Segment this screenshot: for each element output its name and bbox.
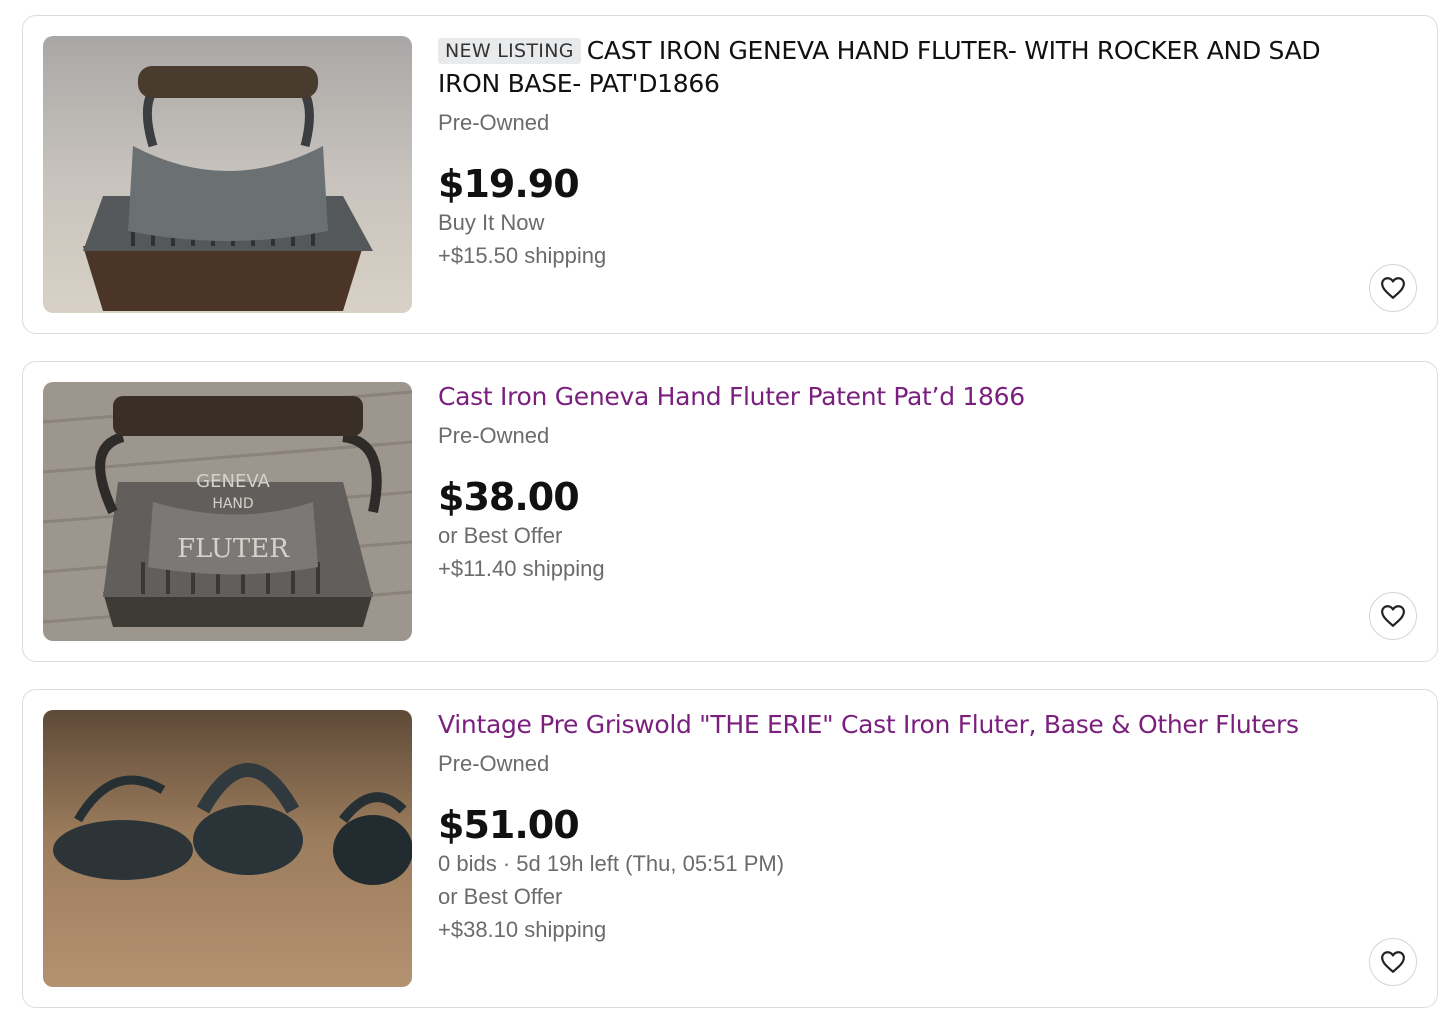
item-condition: Pre-Owned bbox=[438, 423, 550, 448]
shipping-cost: +$11.40 shipping bbox=[438, 556, 605, 581]
watch-button[interactable] bbox=[1369, 592, 1417, 640]
listing-info: Cast Iron Geneva Hand Fluter Patent Pat’… bbox=[438, 380, 1357, 585]
listing-info: Vintage Pre Griswold "THE ERIE" Cast Iro… bbox=[438, 708, 1357, 946]
watch-button[interactable] bbox=[1369, 938, 1417, 986]
item-condition: Pre-Owned bbox=[438, 751, 550, 776]
geneva-engraving: GENEVA bbox=[196, 471, 270, 492]
new-listing-badge: NEW LISTING bbox=[438, 38, 581, 64]
listing-card[interactable]: Vintage Pre Griswold "THE ERIE" Cast Iro… bbox=[22, 689, 1438, 1008]
watch-button[interactable] bbox=[1369, 264, 1417, 312]
item-condition: Pre-Owned bbox=[438, 110, 550, 135]
listing-title[interactable]: Vintage Pre Griswold "THE ERIE" Cast Iro… bbox=[438, 708, 1357, 741]
heart-icon bbox=[1381, 277, 1405, 299]
bids-and-time-left: 0 bids · 5d 19h left (Thu, 05:51 PM) bbox=[438, 851, 785, 876]
item-price: $38.00 bbox=[438, 475, 580, 519]
heart-icon bbox=[1381, 951, 1405, 973]
purchase-format: or Best Offer bbox=[438, 523, 563, 548]
fluters-group-photo-image bbox=[43, 710, 412, 987]
listing-card[interactable]: NEW LISTING CAST IRON GENEVA HAND FLUTER-… bbox=[22, 15, 1438, 334]
item-thumbnail[interactable] bbox=[43, 710, 412, 987]
listing-info: NEW LISTING CAST IRON GENEVA HAND FLUTER-… bbox=[438, 34, 1357, 272]
purchase-format: Buy It Now bbox=[438, 210, 545, 235]
item-thumbnail[interactable] bbox=[43, 36, 412, 313]
item-thumbnail[interactable]: GENEVA HAND FLUTER bbox=[43, 382, 412, 641]
listing-title[interactable]: NEW LISTING CAST IRON GENEVA HAND FLUTER-… bbox=[438, 34, 1357, 100]
fluter-photo-image: GENEVA HAND FLUTER bbox=[43, 382, 412, 641]
purchase-format: or Best Offer bbox=[438, 884, 563, 909]
hand-engraving: HAND bbox=[212, 496, 253, 512]
fluter-engraving: FLUTER bbox=[177, 534, 290, 564]
shipping-cost: +$15.50 shipping bbox=[438, 243, 607, 268]
listing-card[interactable]: GENEVA HAND FLUTER Cast Iron Geneva Hand… bbox=[22, 361, 1438, 662]
heart-icon bbox=[1381, 605, 1405, 627]
shipping-cost: +$38.10 shipping bbox=[438, 917, 607, 942]
listing-title[interactable]: Cast Iron Geneva Hand Fluter Patent Pat’… bbox=[438, 380, 1357, 413]
item-price: $19.90 bbox=[438, 162, 580, 206]
fluter-photo-image bbox=[43, 36, 412, 313]
item-price: $51.00 bbox=[438, 803, 580, 847]
